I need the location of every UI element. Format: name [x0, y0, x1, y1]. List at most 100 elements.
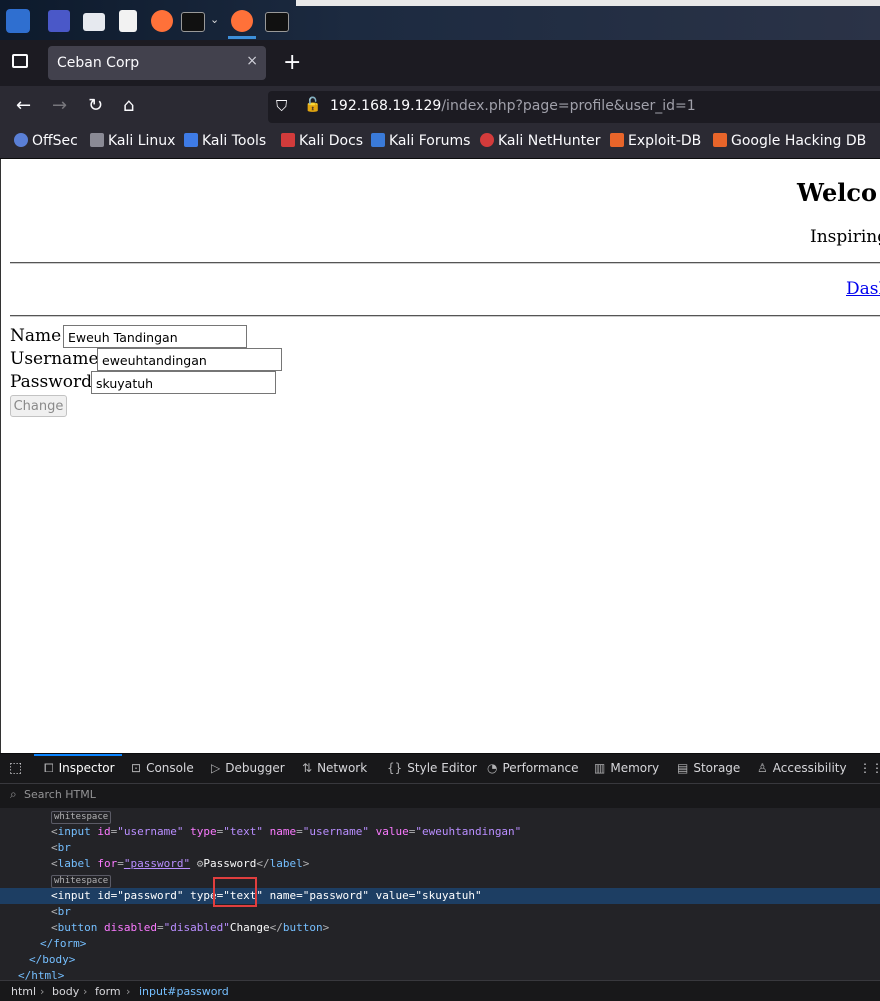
back-icon[interactable]: ←: [16, 95, 31, 116]
markup-line-whitespace-1[interactable]: whitespace: [51, 808, 112, 824]
chevron-down-icon[interactable]: ⌄: [210, 13, 219, 26]
style-editor-icon: {}: [387, 761, 403, 775]
markup-line-button[interactable]: <button disabled="disabled"Change</butto…: [51, 920, 329, 936]
search-input[interactable]: Search HTML: [24, 788, 96, 801]
firefox-window-icon[interactable]: [231, 10, 253, 32]
tab-accessibility[interactable]: ♙ Accessibility: [757, 761, 847, 775]
bookmark-kali-linux[interactable]: Kali Linux: [90, 133, 175, 153]
tab-ceban-corp[interactable]: Ceban Corp ×: [48, 46, 266, 80]
markup-line-input-username[interactable]: <input id="username" type="text" name="u…: [51, 824, 521, 840]
insecure-lock-icon[interactable]: 🔓: [304, 97, 321, 113]
kali-docs-icon: [281, 133, 295, 147]
bookmark-kali-forums[interactable]: Kali Forums: [371, 133, 470, 153]
bookmarks-toolbar: OffSec Kali Linux Kali Tools Kali Docs K…: [0, 128, 880, 159]
inspector-icon: ⧠: [44, 761, 54, 775]
html-search-bar[interactable]: ⌕ Search HTML: [0, 783, 880, 809]
breadcrumb-html[interactable]: html: [11, 985, 36, 998]
node-breadcrumbs: html › body › form › input#password: [0, 980, 880, 1001]
markup-line-label[interactable]: <label for="password" ⚙Password</label>: [51, 856, 309, 872]
tab-memory[interactable]: ▥ Memory: [594, 761, 659, 775]
page-tagline: Inspiring: [810, 227, 880, 247]
offsec-icon: [14, 133, 28, 147]
bookmark-kali-tools[interactable]: Kali Tools: [184, 133, 266, 153]
name-field[interactable]: Eweuh Tandingan: [63, 325, 247, 348]
breadcrumb-separator: ›: [126, 985, 131, 998]
devtools-tab-bar: ⬚ ⧠ Inspector ⊡ Console ▷ Debugger ⇅ Network…: [0, 754, 880, 783]
breadcrumb-form[interactable]: form: [95, 985, 121, 998]
forward-icon[interactable]: →: [52, 95, 67, 116]
console-icon: ⊡: [131, 761, 142, 775]
firefox-launcher-icon[interactable]: [151, 10, 173, 32]
browser-tab-strip: Ceban Corp × +: [0, 40, 880, 86]
performance-icon: ◔: [487, 761, 498, 775]
nav-divider: [10, 315, 880, 317]
username-field[interactable]: eweuhtandingan: [97, 348, 282, 371]
bookmark-exploit-db[interactable]: Exploit-DB: [610, 133, 701, 153]
kali-dragon-icon: [90, 133, 104, 147]
reload-icon[interactable]: ↻: [88, 95, 103, 116]
tab-inspector[interactable]: ⧠ Inspector: [44, 761, 115, 776]
desktop-taskbar: ⌄: [0, 0, 880, 40]
navigation-toolbar: ← → ↻ ⌂ ⛉ 🔓 192.168.19.129/index.php?pag…: [0, 86, 880, 128]
tab-debugger[interactable]: ▷ Debugger: [211, 761, 285, 775]
terminal-icon[interactable]: [181, 12, 205, 32]
bookmark-google-hacking-db[interactable]: Google Hacking DB: [713, 133, 866, 153]
kali-menu-icon[interactable]: [6, 9, 30, 33]
page-title: Welco: [797, 178, 878, 207]
username-label: Username: [10, 349, 99, 369]
tab-storage[interactable]: ▤ Storage: [677, 761, 740, 775]
new-tab-button[interactable]: +: [283, 50, 301, 75]
element-picker-icon[interactable]: ⬚: [9, 760, 22, 776]
dashboard-link[interactable]: Dash: [846, 279, 880, 299]
debugger-icon: ▷: [211, 761, 221, 775]
breadcrumb-separator: ›: [83, 985, 88, 998]
top-divider: [10, 262, 880, 264]
tab-title: Ceban Corp: [57, 55, 140, 71]
home-icon[interactable]: ⌂: [123, 95, 134, 116]
password-field[interactable]: skuyatuh: [91, 371, 276, 394]
url-bar[interactable]: ⛉ 🔓 192.168.19.129/index.php?page=profil…: [268, 91, 880, 123]
text-editor-icon[interactable]: [119, 10, 137, 32]
close-icon[interactable]: ×: [246, 53, 258, 69]
bookmark-kali-nethunter[interactable]: Kali NetHunter: [480, 133, 600, 153]
name-label: Name: [10, 326, 62, 346]
tracking-shield-icon[interactable]: ⛉: [276, 97, 287, 115]
tab-list-icon[interactable]: [12, 54, 28, 68]
markup-line-br-1[interactable]: <br: [51, 840, 71, 856]
exploit-db-icon: [610, 133, 624, 147]
storage-icon: ▤: [677, 761, 689, 775]
markup-line-form-close[interactable]: </form>: [40, 936, 86, 952]
kali-tools-icon: [184, 133, 198, 147]
tab-style-editor[interactable]: {} Style Editor: [387, 761, 477, 775]
terminal-window-icon[interactable]: [265, 12, 289, 32]
breadcrumb-separator: ›: [40, 985, 45, 998]
bookmark-offsec[interactable]: OffSec: [14, 133, 78, 153]
search-icon: ⌕: [10, 787, 17, 801]
network-icon: ⇅: [302, 761, 313, 775]
change-button[interactable]: Change: [10, 395, 67, 417]
markup-line-br-2[interactable]: <br: [51, 904, 71, 920]
password-label: Password: [10, 372, 93, 392]
show-desktop-icon[interactable]: [48, 10, 70, 32]
breadcrumb-input-password[interactable]: input#password: [139, 985, 229, 998]
markup-view: whitespace <input id="username" type="te…: [0, 808, 880, 982]
breadcrumb-body[interactable]: body: [52, 985, 79, 998]
kali-forums-icon: [371, 133, 385, 147]
tab-performance[interactable]: ◔ Performance: [487, 761, 579, 775]
type-text-highlight-box: [213, 877, 257, 907]
taskbar-divider: [296, 0, 880, 6]
memory-icon: ▥: [594, 761, 606, 775]
inspector-tab-indicator: [34, 754, 122, 756]
active-window-indicator: [228, 36, 256, 39]
url-text[interactable]: 192.168.19.129/index.php?page=profile&us…: [330, 98, 696, 114]
tab-console[interactable]: ⊡ Console: [131, 761, 194, 775]
tab-network[interactable]: ⇅ Network: [302, 761, 367, 775]
file-manager-icon[interactable]: [83, 13, 105, 31]
markup-line-whitespace-2[interactable]: whitespace: [51, 872, 112, 888]
markup-line-input-password[interactable]: <input id="password" type="text" name="p…: [51, 888, 482, 904]
ghdb-icon: [713, 133, 727, 147]
bookmark-kali-docs[interactable]: Kali Docs: [281, 133, 363, 153]
overflow-menu-icon[interactable]: ⋮⋮: [859, 761, 880, 775]
markup-line-body-close[interactable]: </body>: [29, 952, 75, 968]
web-page: Welco Inspiring Dash Name Eweuh Tandinga…: [0, 159, 880, 753]
